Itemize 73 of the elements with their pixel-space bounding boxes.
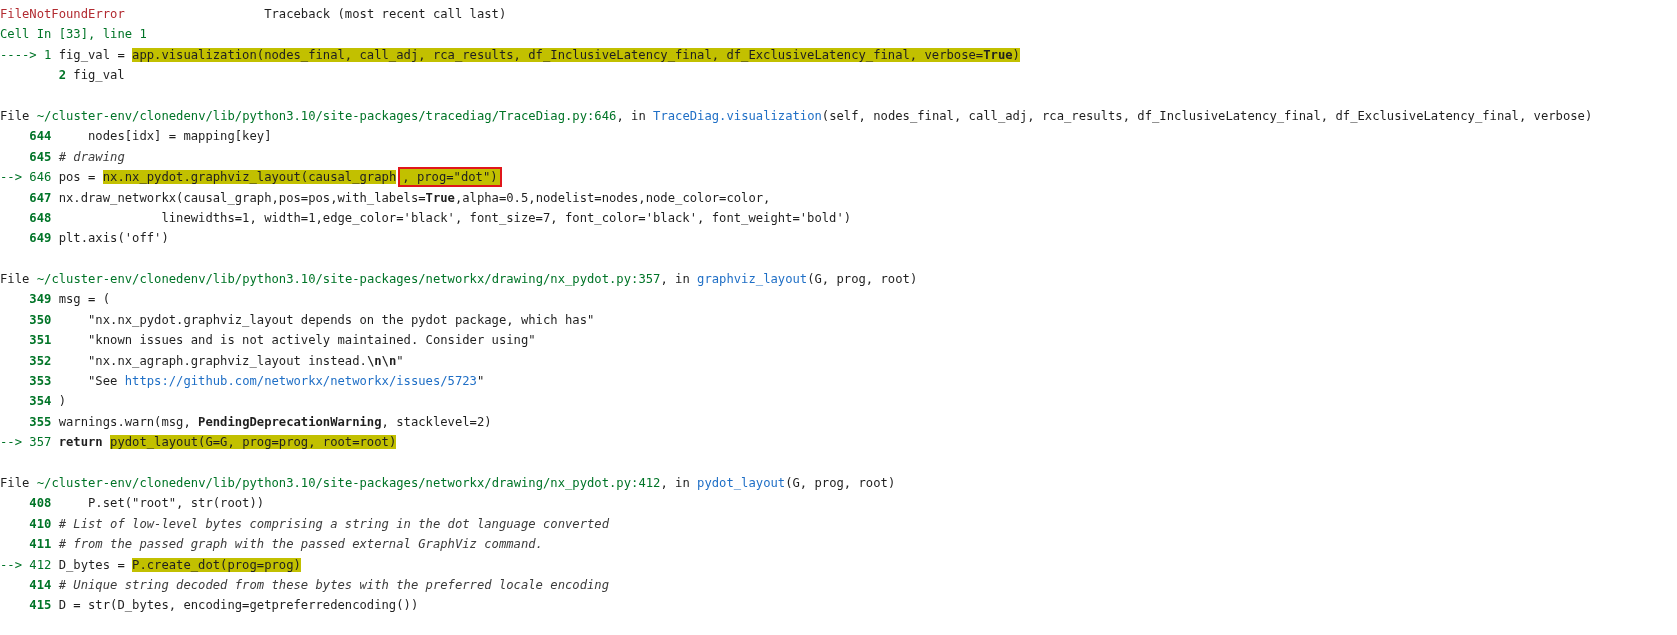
cell-location: Cell In [33], line 1 [0,27,147,42]
highlighted-code: pydot_layout(G=G, prog=prog, root=root) [110,435,397,450]
function-name: TraceDiag.visualization [653,108,822,123]
line-number: 411 [29,536,52,554]
code-text: plt.axis('off') [58,231,169,246]
current-line-arrow: --> [0,435,22,450]
current-line-arrow: --> [0,557,22,572]
line-number: 408 [29,495,52,513]
function-signature: (G, prog, root) [807,272,918,287]
in-label: , in [660,272,690,287]
line-number: 415 [29,597,52,615]
error-name: FileNotFoundError [0,7,125,21]
line-number: 350 [29,311,52,329]
code-text: "nx.nx_pydot.graphviz_layout depends on the pydot package, which has" [87,312,595,327]
line-number: 648 [29,209,52,227]
function-name: graphviz_layout [697,272,808,287]
code-text: nx.draw_networkx(causal_graph,pos=pos,with_labels=True,alpha=0.5,nodelist=nodes,node_color=color, [58,190,771,205]
line-number: 355 [29,413,52,431]
line-number: 353 [29,373,52,391]
traceback-title: Traceback (most recent call last) [264,7,507,21]
code-text: ) [58,394,67,409]
code-text: msg = ( [58,292,111,307]
url-link[interactable]: https://github.com/networkx/networkx/issues/5723 [124,374,477,389]
highlighted-code: P.create_dot(prog=prog) [132,557,301,572]
line-number: 349 [29,291,52,309]
line-number: 646 [29,169,52,187]
code-text: " [476,374,485,389]
file-path: ~/cluster-env/clonedenv/lib/python3.10/site-packages/networkx/drawing/nx_pydot.py:412 [36,476,661,490]
code-text: linewidths=1, width=1,edge_color='black', font_size=7, font_color='black', font_weight='bold') [160,210,852,225]
line-number: 644 [29,128,52,146]
highlighted-code: , prog="dot") [398,167,502,188]
code-text: "known issues and is not actively maintained. Consider using" [87,333,536,348]
line-number: 354 [29,393,52,411]
code-text: "See [87,374,119,389]
code-text: pos = [58,170,97,185]
line-number: 2 [57,67,66,85]
code-text: warnings.warn(msg, PendingDeprecationWarning, stacklevel=2) [58,414,492,429]
current-line-arrow: --> [0,170,22,185]
file-label: File [0,476,30,490]
file-label: File [0,272,30,287]
code-comment: # from the passed graph with the passed external GraphViz command. [58,537,543,552]
code-text: return [58,435,104,450]
line-number: 414 [29,576,52,594]
file-path: ~/cluster-env/clonedenv/lib/python3.10/site-packages/networkx/drawing/nx_pydot.py:357 [36,272,661,287]
code-text: "nx.nx_agraph.graphviz_layout instead.\n\n" [87,353,404,368]
function-signature: (G, prog, root) [785,476,896,490]
file-label: File [0,108,30,123]
code-text: fig_val [73,68,125,83]
line-number: 357 [29,434,52,452]
in-label: , in [660,476,690,490]
line-number: 649 [29,230,52,248]
line-number: 645 [29,148,52,166]
code-text: P.set("root", str(root)) [87,496,265,511]
code-comment: # Unique string decoded from these bytes with the preferred locale encoding [58,577,609,592]
code-text: nodes[idx] = mapping[key] [87,129,272,144]
line-number: 647 [29,189,52,207]
line-number: 351 [29,332,52,350]
code-text: D_bytes = [58,557,126,572]
line-number: 352 [29,352,52,370]
code-comment: # drawing [58,149,125,164]
line-number: 1 [44,46,52,64]
line-number: 410 [29,515,52,533]
code-text: D = str(D_bytes, encoding=getpreferredencoding()) [58,598,419,613]
highlighted-code: nx.nx_pydot.graphviz_layout(causal_graph [102,170,397,185]
line-number: 412 [29,556,52,574]
highlighted-code: app.visualization(nodes_final, call_adj, rca_results, df_InclusiveLatency_final, df_ExclusiveLatency_final, verbose=True) [132,47,1020,62]
in-label: , in [616,108,646,123]
code-text: fig_val = [58,47,126,62]
function-name: pydot_layout [697,476,786,490]
file-path: ~/cluster-env/clonedenv/lib/python3.10/site-packages/tracediag/TraceDiag.py:646 [36,108,617,123]
function-signature: (self, nodes_final, call_adj, rca_results, df_InclusiveLatency_final, df_ExclusiveLatency_final, verbose) [821,108,1593,123]
code-comment: # List of low-level bytes comprising a string in the dot language converted [58,516,609,531]
current-line-arrow: ----> [0,47,37,62]
